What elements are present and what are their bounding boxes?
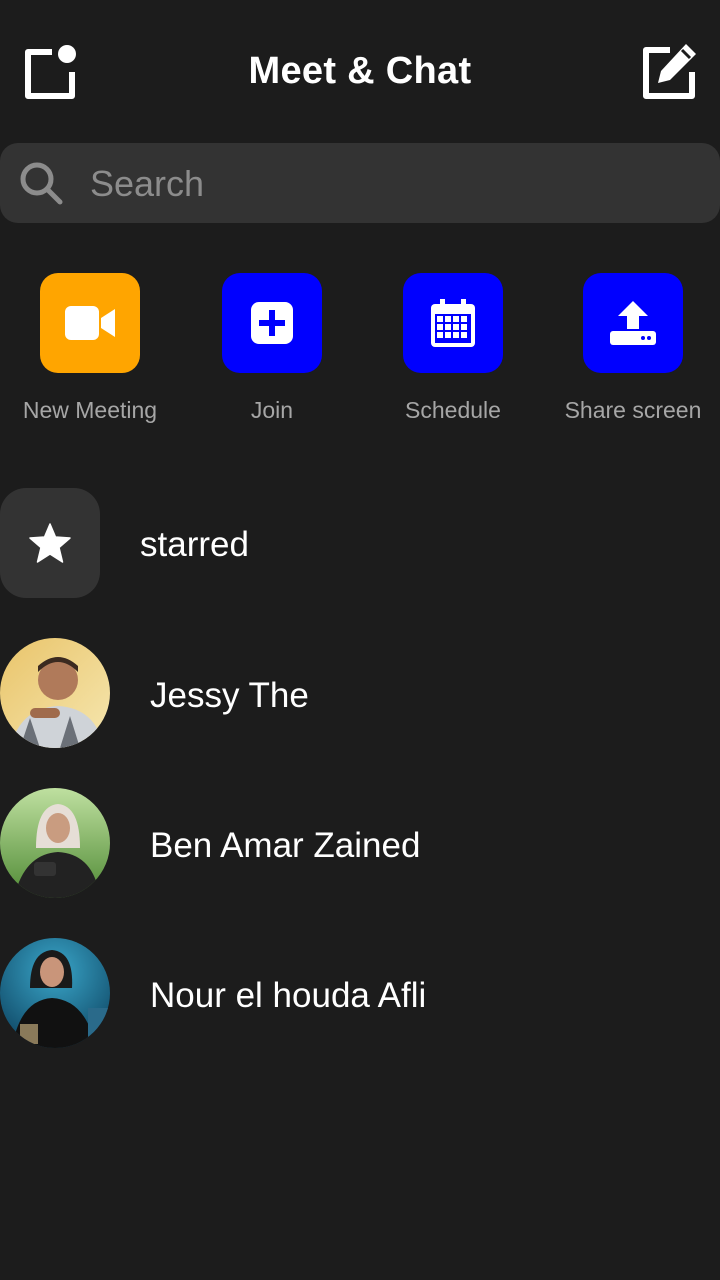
schedule-label: Schedule	[405, 397, 501, 423]
schedule-button[interactable]: Schedule	[363, 273, 543, 433]
starred-label: starred	[140, 525, 249, 564]
join-label: Join	[250, 397, 294, 423]
page-title: Meet & Chat	[248, 50, 472, 92]
new-meeting-tile[interactable]	[40, 273, 140, 373]
contact-row[interactable]: Jessy The	[0, 638, 720, 748]
join-tile[interactable]	[222, 273, 322, 373]
share-screen-button[interactable]: Share screen	[543, 273, 720, 433]
avatar	[0, 788, 110, 898]
new-meeting-button[interactable]: New Meeting	[0, 273, 180, 433]
video-camera-icon	[65, 306, 115, 340]
contact-name: Jessy The	[150, 676, 309, 715]
contact-name: Nour el houda Afli	[150, 976, 427, 1015]
contact-name: Ben Amar Zained	[150, 826, 421, 865]
contact-row[interactable]: Nour el houda Afli	[0, 938, 720, 1048]
share-screen-tile[interactable]	[583, 273, 683, 373]
top-bar: Meet & Chat	[0, 0, 720, 145]
share-screen-label: Share screen	[564, 397, 702, 423]
starred-icon-box	[0, 488, 100, 598]
schedule-tile[interactable]	[403, 273, 503, 373]
calendar-icon	[431, 299, 475, 347]
avatar	[0, 638, 110, 748]
avatar	[0, 938, 110, 1048]
plus-square-icon	[251, 302, 293, 344]
compose-icon[interactable]	[640, 42, 698, 100]
upload-icon	[610, 301, 656, 345]
starred-item[interactable]: starred	[0, 488, 720, 598]
star-icon	[29, 523, 71, 563]
search-input[interactable]	[90, 163, 690, 205]
join-button[interactable]: Join	[182, 273, 362, 433]
new-meeting-label: New Meeting	[22, 397, 158, 423]
search-icon	[18, 160, 64, 206]
contact-row[interactable]: Ben Amar Zained	[0, 788, 720, 898]
